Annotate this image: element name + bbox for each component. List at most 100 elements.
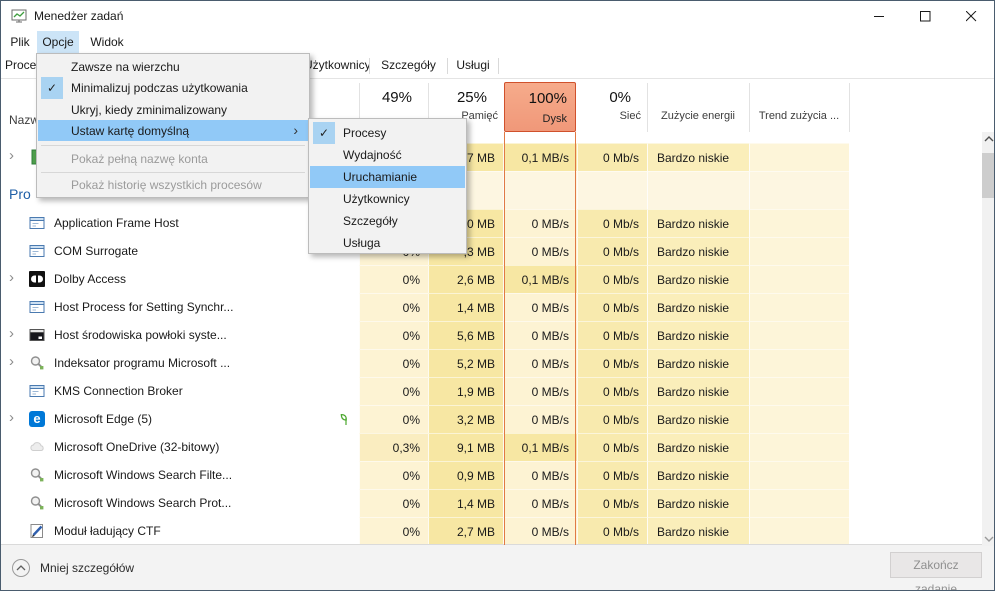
process-name-cell: › Host Process for Setting Synchr... (1, 293, 359, 321)
menu-item[interactable]: ✓ Uruchamianie › (310, 166, 465, 188)
maximize-button[interactable] (902, 1, 948, 31)
menu-item[interactable]: ✓ Wydajność › (310, 144, 465, 166)
menu-item-label: Procesy (343, 126, 386, 140)
scroll-up-arrow-icon[interactable] (982, 132, 995, 147)
process-row[interactable]: › Moduł ładujący CTF 0% 2,7 MB 0 MB/s 0 … (1, 517, 849, 545)
expand-arrow-icon[interactable]: › (9, 269, 14, 286)
trend-cell (749, 143, 849, 171)
menu-item-label: Ustaw kartę domyślną (71, 124, 189, 138)
menu-widok[interactable]: Widok (83, 31, 131, 53)
energy-cell: Bardzo niskie (647, 489, 749, 517)
process-row[interactable]: › Host Process for Setting Synchr... 0% … (1, 293, 849, 321)
disk-cell: 0 MB/s (503, 517, 577, 545)
scrollbar-thumb[interactable] (982, 153, 995, 198)
menu-item-label: Uruchamianie (343, 170, 417, 184)
search-icon (29, 467, 45, 483)
expand-arrow-icon[interactable]: › (9, 353, 14, 370)
process-name-cell: › e Microsoft Edge (5) (1, 405, 359, 433)
process-name: Microsoft Windows Search Prot... (54, 496, 231, 510)
tab-usługi[interactable]: Usługi (448, 53, 498, 78)
process-row[interactable]: › KMS Connection Broker 0% 1,9 MB 0 MB/s… (1, 377, 849, 405)
default-tab-submenu: ✓ Procesy › ✓ Wydajność › ✓ Uruchamianie… (308, 118, 467, 254)
process-name: Microsoft OneDrive (32-bitowy) (54, 440, 219, 454)
menu-separator (41, 145, 305, 146)
expand-arrow-icon[interactable]: › (9, 325, 14, 342)
close-button[interactable] (948, 1, 994, 31)
energy-cell: Bardzo niskie (647, 237, 749, 265)
titlebar: Menedżer zadań (1, 1, 994, 31)
process-row[interactable]: › Microsoft Windows Search Prot... 0% 1,… (1, 489, 849, 517)
menu-item-label: Zawsze na wierzchu (71, 60, 180, 74)
menu-item[interactable]: ✓ Procesy › (310, 122, 465, 144)
cpu-cell: 0% (359, 461, 428, 489)
process-row[interactable]: › Microsoft Windows Search Filte... 0% 0… (1, 461, 849, 489)
chevron-up-circle-icon (11, 558, 31, 578)
network-column-header[interactable]: 0% (577, 89, 639, 106)
network-cell: 0 Mb/s (577, 405, 647, 433)
disk-column-header[interactable]: 100% Dysk (504, 82, 576, 132)
footer-bar: Mniej szczegółów Zakończ zadanie (1, 544, 994, 590)
network-cell: 0 Mb/s (577, 143, 647, 171)
disk-cell: 0 MB/s (503, 377, 577, 405)
energy-cell: Bardzo niskie (647, 517, 749, 545)
expand-arrow-icon[interactable]: › (9, 409, 14, 426)
process-name-cell: › COM Surrogate (1, 237, 359, 265)
menu-item[interactable]: ✓ Pokaż pełną nazwę konta › (38, 148, 308, 170)
disk-cell: 0 MB/s (503, 237, 577, 265)
menu-item[interactable]: ✓ Zawsze na wierzchu › (38, 56, 308, 77)
cpu-cell: 0% (359, 293, 428, 321)
end-task-button[interactable]: Zakończ zadanie (890, 552, 982, 578)
trend-cell (749, 321, 849, 349)
menu-opcje[interactable]: Opcje (37, 31, 79, 53)
memory-cell: 5,6 MB (428, 321, 503, 349)
expand-arrow-icon[interactable]: › (9, 147, 14, 164)
memory-cell: 9,1 MB (428, 433, 503, 461)
menu-item[interactable]: ✓ Minimalizuj podczas użytkowania › (38, 77, 308, 99)
process-row[interactable]: › Dolby Access 0% 2,6 MB 0,1 MB/s 0 Mb/s… (1, 265, 849, 293)
process-row[interactable]: › Indeksator programu Microsoft ... 0% 5… (1, 349, 849, 377)
scroll-down-arrow-icon[interactable] (982, 531, 995, 546)
task-manager-window: Menedżer zadań Plik Opcje Widok Procesy U… (0, 0, 995, 591)
tab-użytkownicy[interactable]: Użytkownicy (304, 53, 369, 78)
process-name: Host środowiska powłoki syste... (54, 328, 227, 342)
process-name: Host Process for Setting Synchr... (54, 300, 233, 314)
cpu-cell: 0% (359, 489, 428, 517)
less-details-toggle[interactable]: Mniej szczegółów (11, 558, 134, 578)
task-manager-icon (11, 8, 27, 24)
process-row[interactable]: › Host środowiska powłoki syste... 0% 5,… (1, 321, 849, 349)
menu-item[interactable]: ✓ Pokaż historię wszystkich procesów › (38, 174, 308, 196)
network-cell: 0 Mb/s (577, 489, 647, 517)
energy-cell: Bardzo niskie (647, 433, 749, 461)
disk-cell: 0,1 MB/s (503, 433, 577, 461)
vertical-scrollbar[interactable] (982, 132, 995, 546)
memory-cell: 2,6 MB (428, 265, 503, 293)
disk-cell: 0 MB/s (503, 461, 577, 489)
energy-cell: Bardzo niskie (647, 461, 749, 489)
group-label: Pro (9, 186, 31, 202)
tab-szczegóły[interactable]: Szczegóły (370, 53, 447, 78)
trend-cell (749, 489, 849, 517)
menu-item[interactable]: ✓ Szczegóły › (310, 210, 465, 232)
menu-item[interactable]: ✓ Usługa › (310, 232, 465, 254)
ctf-icon (29, 523, 45, 539)
cpu-column-header[interactable]: 49% (359, 89, 420, 106)
trend-column-header[interactable]: Trend zużycia ... (749, 110, 849, 122)
process-row[interactable]: › e Microsoft Edge (5) 0% 3,2 MB 0 MB/s … (1, 405, 849, 433)
minimize-button[interactable] (856, 1, 902, 31)
energy-column-header[interactable]: Zużycie energii (647, 110, 749, 122)
menu-item[interactable]: ✓ Ukryj, kiedy zminimalizowany › (38, 99, 308, 120)
menu-plik[interactable]: Plik (3, 31, 37, 53)
trend-cell (749, 349, 849, 377)
console-window-icon (29, 327, 45, 343)
edge-icon: e (29, 411, 45, 427)
leaf-icon (338, 411, 354, 427)
energy-cell: Bardzo niskie (647, 265, 749, 293)
memory-column-header[interactable]: 25% (428, 89, 495, 106)
disk-cell: 0 MB/s (503, 405, 577, 433)
menu-item[interactable]: ✓ Użytkownicy › (310, 188, 465, 210)
menu-item[interactable]: ✓ Ustaw kartę domyślną › (38, 120, 308, 141)
window-icon (29, 299, 45, 315)
cpu-cell: 0% (359, 517, 428, 545)
process-row[interactable]: › Microsoft OneDrive (32-bitowy) 0,3% 9,… (1, 433, 849, 461)
menu-item-label: Pokaż pełną nazwę konta (71, 152, 208, 166)
